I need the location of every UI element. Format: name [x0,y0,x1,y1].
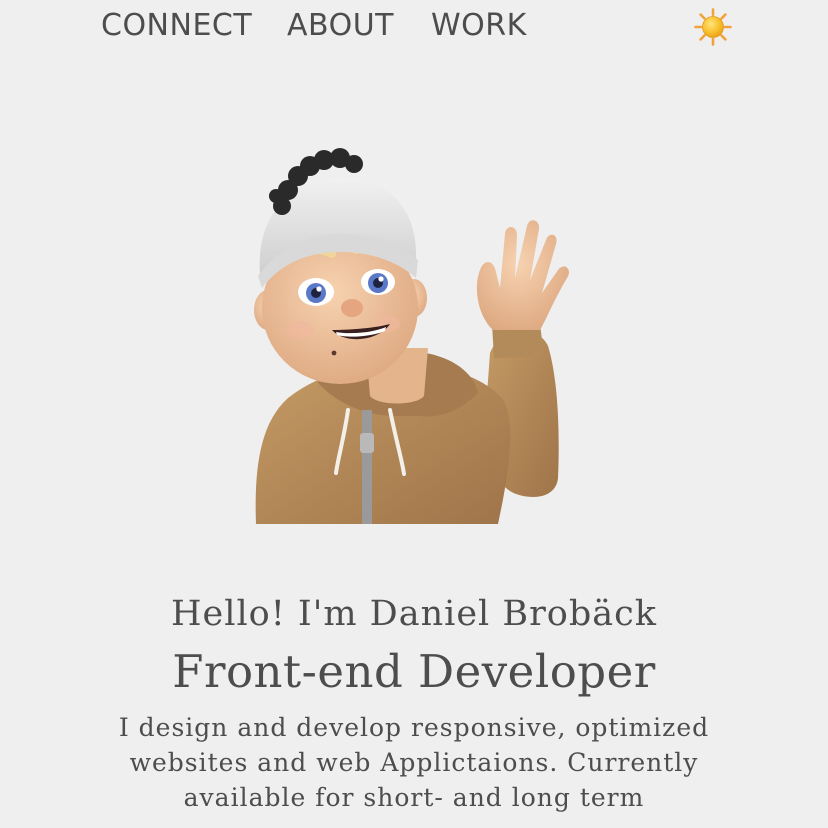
nav-link-connect[interactable]: CONNECT [101,8,252,43]
avatar [248,148,584,524]
waving-memoji-avatar-icon [254,148,569,524]
hero-section: Hello! I'm Daniel Brobäck Front-end Deve… [0,590,828,815]
theme-toggle-button[interactable] [693,7,733,47]
sun-icon [694,8,732,46]
greeting-text: Hello! I'm Daniel Brobäck [171,594,657,634]
nav-link-work[interactable]: WORK [431,8,527,43]
intro-paragraph: I design and develop responsive, optimiz… [118,713,710,812]
nav-link-about[interactable]: ABOUT [287,8,394,43]
top-navigation: CONNECT ABOUT WORK [0,0,828,56]
role-title: Front-end Developer [172,645,656,698]
